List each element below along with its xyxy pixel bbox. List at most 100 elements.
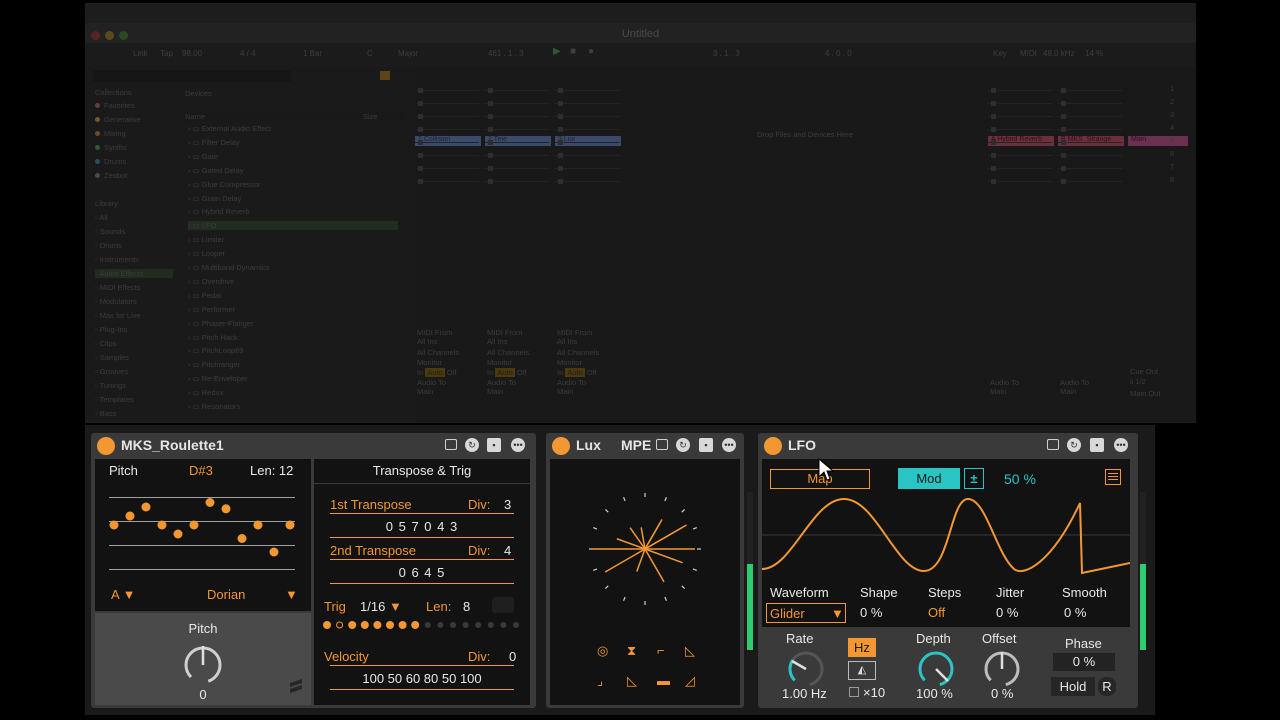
clip-slot[interactable] bbox=[415, 93, 479, 106]
lux-presets-icon[interactable] bbox=[656, 439, 668, 450]
clip-slot[interactable] bbox=[415, 158, 479, 171]
trig-step[interactable] bbox=[360, 621, 369, 629]
steps-value[interactable]: Off bbox=[928, 605, 945, 620]
device-item[interactable]: › ▭ Performer bbox=[188, 305, 398, 314]
midi-from-menu[interactable]: All Ins bbox=[487, 337, 507, 346]
clip-slot[interactable] bbox=[485, 93, 549, 106]
second-transpose-sequence[interactable]: 0 6 4 5 bbox=[314, 565, 530, 580]
roulette-presets-icon[interactable] bbox=[445, 439, 457, 450]
library-item[interactable]: ▫ MIDI Effects bbox=[95, 283, 140, 292]
midi-from-menu[interactable]: All Ins bbox=[417, 337, 437, 346]
clip-slot[interactable] bbox=[415, 80, 479, 93]
clip-slot[interactable] bbox=[988, 132, 1052, 145]
x10-checkbox[interactable] bbox=[849, 687, 859, 697]
clip-slot[interactable] bbox=[485, 80, 549, 93]
library-item[interactable]: ▫ Grooves bbox=[95, 367, 128, 376]
clip-slot[interactable] bbox=[1058, 132, 1122, 145]
shape-value[interactable]: 0 % bbox=[860, 605, 882, 620]
library-item[interactable]: ▫ All bbox=[95, 213, 108, 222]
roulette-more-icon[interactable]: ••• bbox=[511, 438, 525, 452]
lfo-more-icon[interactable]: ••• bbox=[1114, 438, 1128, 452]
clip-slot[interactable] bbox=[555, 93, 619, 106]
tempo-field[interactable]: 98.00 bbox=[182, 49, 202, 58]
pitch-step-dot[interactable] bbox=[205, 498, 215, 507]
audio-to-menu[interactable]: Main bbox=[990, 387, 1006, 396]
device-item[interactable]: › ▭ Gate bbox=[188, 152, 398, 161]
browser-search[interactable] bbox=[93, 70, 291, 82]
monitor-auto[interactable]: Auto bbox=[565, 368, 585, 377]
scene-number[interactable]: 3 bbox=[1170, 110, 1174, 119]
device-item[interactable]: › ▭ Re-Enveloper bbox=[188, 374, 398, 383]
trig-step[interactable] bbox=[437, 622, 444, 628]
scale-mode-menu[interactable]: Dorian bbox=[207, 587, 245, 602]
lfo-amount[interactable]: 50 % bbox=[1004, 471, 1036, 487]
trig-step[interactable] bbox=[348, 621, 357, 629]
scale-mode-arrow[interactable]: ▼ bbox=[285, 587, 298, 602]
device-item[interactable]: › ▭ Gated Delay bbox=[188, 166, 398, 175]
scale-root-menu[interactable]: A ▼ bbox=[111, 587, 135, 602]
library-item[interactable]: ▫ Tunings bbox=[95, 381, 126, 390]
channel-menu[interactable]: All Channels bbox=[557, 348, 599, 357]
monitor-auto[interactable]: Auto bbox=[495, 368, 515, 377]
clip-slot[interactable] bbox=[988, 171, 1052, 184]
depth-knob[interactable] bbox=[914, 647, 958, 687]
trig-step[interactable] bbox=[475, 622, 482, 628]
lux-hotswap-icon[interactable]: ↻ bbox=[676, 438, 690, 452]
scene-number[interactable]: 6 bbox=[1170, 149, 1174, 158]
scene-number[interactable]: 8 bbox=[1170, 175, 1174, 184]
scene-number[interactable]: 2 bbox=[1170, 97, 1174, 106]
cue-out-value[interactable]: ii 1/2 bbox=[1130, 377, 1146, 386]
quantize-menu[interactable]: 1 Bar bbox=[303, 49, 322, 58]
trig-len-value[interactable]: 8 bbox=[463, 599, 470, 614]
clip-slot[interactable] bbox=[415, 132, 479, 145]
pitch-step-dot[interactable] bbox=[141, 502, 151, 512]
trig-step[interactable] bbox=[513, 622, 519, 628]
library-item[interactable]: ▫ Instruments bbox=[95, 255, 139, 264]
pitch-step-dot[interactable] bbox=[189, 520, 199, 530]
velocity-div-value[interactable]: 0 bbox=[509, 649, 516, 664]
loop-start-field[interactable]: 3 . 1 . 3 bbox=[713, 49, 740, 58]
play-icon[interactable]: ▶ bbox=[553, 46, 561, 57]
device-item[interactable]: › ▭ LFO bbox=[188, 221, 398, 231]
monitor-off[interactable]: Off bbox=[587, 368, 597, 377]
roulette-power-button[interactable] bbox=[97, 437, 115, 455]
key-root-field[interactable]: C bbox=[367, 49, 373, 58]
lux-peak-icon[interactable]: ◿ bbox=[685, 673, 695, 689]
scene-number[interactable]: 1 bbox=[1170, 84, 1174, 93]
clip-slot[interactable] bbox=[988, 119, 1052, 132]
trig-toggle-icon[interactable] bbox=[492, 597, 514, 613]
sync-tempo-icon[interactable]: ◭ bbox=[848, 661, 876, 680]
scene-number[interactable]: 4 bbox=[1170, 123, 1174, 132]
key-map-button[interactable]: Key bbox=[993, 49, 1007, 58]
record-icon[interactable]: ● bbox=[588, 46, 594, 57]
device-item[interactable]: › ▭ Multiband Dynamics bbox=[188, 263, 398, 272]
lux-starburst-display[interactable] bbox=[585, 489, 705, 609]
browser-filter-icon[interactable] bbox=[380, 71, 390, 80]
clip-slot[interactable] bbox=[1058, 158, 1122, 171]
clip-slot[interactable] bbox=[555, 158, 619, 171]
pitch-step-dot[interactable] bbox=[173, 529, 183, 539]
clip-slot[interactable] bbox=[555, 171, 619, 184]
clip-slot[interactable] bbox=[485, 171, 549, 184]
clip-slot[interactable] bbox=[415, 145, 479, 158]
second-div-value[interactable]: 4 bbox=[504, 543, 511, 558]
trig-step[interactable] bbox=[487, 622, 494, 628]
time-signature-field[interactable]: 4 / 4 bbox=[240, 49, 256, 58]
audio-to-menu[interactable]: Main bbox=[417, 387, 433, 396]
phase-field[interactable]: 0 % bbox=[1053, 653, 1115, 671]
clip-slot[interactable] bbox=[555, 119, 619, 132]
device-item[interactable]: › ▭ Redux bbox=[188, 388, 398, 397]
clip-slot[interactable] bbox=[988, 106, 1052, 119]
device-item[interactable]: › ▭ Looper bbox=[188, 249, 398, 258]
collection-item[interactable]: Mixing bbox=[95, 129, 126, 138]
library-item[interactable]: ▫ Drums bbox=[95, 241, 122, 250]
clip-slot[interactable] bbox=[555, 132, 619, 145]
offset-knob[interactable] bbox=[980, 647, 1024, 687]
tap-button[interactable]: Tap bbox=[160, 49, 173, 58]
device-item[interactable]: › ▭ Filter Delay bbox=[188, 138, 398, 147]
clip-slot[interactable] bbox=[415, 119, 479, 132]
lfo-save-icon[interactable]: ▪ bbox=[1090, 438, 1104, 452]
clip-slot[interactable] bbox=[555, 145, 619, 158]
monitor-in[interactable]: In bbox=[417, 368, 423, 377]
collection-item[interactable]: Generative bbox=[95, 115, 141, 124]
